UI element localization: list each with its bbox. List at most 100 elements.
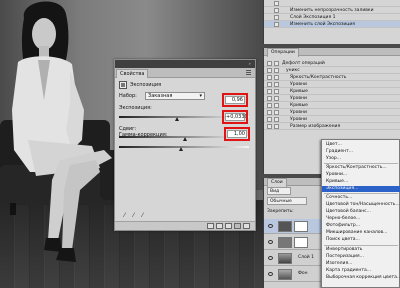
menu-item[interactable]: Постеризация... (322, 254, 400, 260)
clip-to-layer-icon[interactable] (207, 223, 214, 229)
visibility-eye-icon[interactable] (234, 223, 241, 229)
action-step[interactable]: Яркость/Контрастность (264, 74, 400, 81)
dialog-toggle-icon[interactable] (274, 68, 279, 73)
menu-item[interactable]: Уровни... (322, 172, 400, 178)
dialog-toggle-icon[interactable] (274, 103, 279, 108)
action-step[interactable]: Уровни (264, 95, 400, 102)
action-step[interactable]: Уровни (264, 109, 400, 116)
tab-properties[interactable]: Свойства (116, 69, 149, 78)
history-item[interactable] (264, 0, 400, 7)
layer-thumbnail (278, 221, 292, 232)
layer-thumbnail (278, 269, 292, 280)
checkmark-icon[interactable] (267, 110, 272, 115)
adjustment-layer-icon (119, 81, 127, 89)
layer-thumbnail (278, 237, 292, 248)
actions-tabrow: Операции (264, 48, 400, 57)
checkmark-icon[interactable] (267, 96, 272, 101)
checkmark-icon[interactable] (267, 89, 272, 94)
properties-panel: » Свойства Экспозиция Набор: Заказная ▾ … (114, 59, 256, 231)
gamma-slider-track[interactable] (119, 146, 249, 148)
menu-item[interactable]: Микширование каналов... (322, 230, 400, 236)
lock-label: Закрепить: (267, 209, 294, 214)
gray-eyedropper-icon[interactable]: ⁄ (130, 212, 137, 219)
checkmark-icon[interactable] (267, 117, 272, 122)
preset-label: Набор: (119, 93, 137, 99)
properties-bottom-bar (115, 221, 255, 230)
menu-item[interactable]: Инвертировать (322, 247, 400, 253)
blend-mode-select[interactable]: Обычные (267, 197, 307, 205)
adjustment-menu: Цвет... Градиент... Узор... Яркость/Конт… (321, 139, 400, 288)
checkmark-icon[interactable] (267, 103, 272, 108)
dialog-toggle-icon[interactable] (274, 117, 279, 122)
gamma-slider-handle[interactable] (179, 147, 183, 151)
offset-slider-handle[interactable] (183, 137, 187, 141)
layer-mask-thumbnail (294, 237, 308, 248)
dialog-toggle-icon[interactable] (274, 124, 279, 129)
layer-visibility-eye-icon[interactable] (268, 240, 273, 244)
white-eyedropper-icon[interactable]: ⁄ (139, 212, 146, 219)
action-step[interactable]: Уровни (264, 81, 400, 88)
checkmark-icon[interactable] (267, 61, 272, 66)
reset-icon[interactable] (225, 223, 232, 229)
menu-item[interactable]: Черно-белое... (322, 216, 400, 222)
dialog-toggle-icon[interactable] (274, 110, 279, 115)
black-eyedropper-icon[interactable]: ⁄ (121, 212, 128, 219)
face (32, 18, 56, 50)
menu-item[interactable]: Яркость/Контрастность... (322, 165, 400, 171)
history-item[interactable]: Слой Экспозиция 1 (264, 14, 400, 21)
dialog-toggle-icon[interactable] (274, 75, 279, 80)
layer-thumbnail (278, 253, 292, 264)
view-previous-icon[interactable] (216, 223, 223, 229)
menu-item[interactable]: Поиск цвета... (322, 237, 400, 243)
action-step[interactable]: Размер изображения (264, 123, 400, 130)
layer-visibility-eye-icon[interactable] (268, 256, 273, 260)
menu-item[interactable]: Карта градиента... (322, 268, 400, 274)
menu-item[interactable]: Цветовой баланс... (322, 209, 400, 215)
layer-filter-select[interactable]: Вид (267, 187, 291, 195)
menu-item[interactable]: Кривые... (322, 179, 400, 185)
menu-item[interactable]: Фотофильтр... (322, 223, 400, 229)
action-item[interactable]: уникс (264, 67, 400, 74)
layer-visibility-eye-icon[interactable] (268, 272, 273, 276)
collapse-icon[interactable]: » (249, 62, 251, 66)
layer-visibility-eye-icon[interactable] (268, 224, 273, 228)
menu-item[interactable]: Цвет... (322, 142, 400, 148)
menu-separator (324, 163, 398, 164)
tab-actions[interactable]: Операции (267, 48, 299, 57)
checkmark-icon[interactable] (267, 75, 272, 80)
gamma-highlight (224, 127, 250, 141)
menu-item[interactable]: Выборочная коррекция цвета... (322, 275, 400, 281)
action-step[interactable]: Уровни (264, 116, 400, 123)
panel-menu-icon[interactable] (246, 70, 251, 75)
checkmark-icon[interactable] (267, 68, 272, 73)
exposure-highlight (222, 93, 248, 107)
dialog-toggle-icon[interactable] (274, 82, 279, 87)
exposure-slider-handle[interactable] (175, 117, 179, 121)
history-item[interactable]: Изменить непрозрачность заливки (264, 7, 400, 14)
tab-layers[interactable]: Слои (267, 178, 287, 187)
menu-item[interactable]: Сочность... (322, 195, 400, 201)
menu-item[interactable]: Градиент... (322, 149, 400, 155)
menu-item[interactable]: Цветовой тон/Насыщенность... (322, 202, 400, 208)
action-step[interactable]: Кривые (264, 102, 400, 109)
dialog-toggle-icon[interactable] (274, 96, 279, 101)
action-set[interactable]: Дефолт операций (264, 60, 400, 67)
history-panel: Изменить непрозрачность заливки Слой Экс… (263, 0, 400, 44)
shoe (44, 238, 62, 252)
preset-select[interactable]: Заказная ▾ (145, 92, 205, 100)
trash-icon[interactable] (243, 223, 250, 229)
dialog-toggle-icon[interactable] (274, 89, 279, 94)
action-step[interactable]: Кривые (264, 88, 400, 95)
layer-mask-thumbnail (294, 221, 308, 232)
dialog-toggle-icon[interactable] (274, 61, 279, 66)
properties-header: Экспозиция (119, 80, 161, 90)
checkmark-icon[interactable] (267, 124, 272, 129)
checkmark-icon[interactable] (267, 82, 272, 87)
history-item-selected[interactable]: Изменить слой Экспозиция (264, 21, 400, 28)
properties-titlebar[interactable]: » (115, 60, 255, 68)
history-snapshot-icon (274, 15, 279, 20)
history-snapshot-icon (274, 8, 279, 13)
menu-item-exposure[interactable]: Экспозиция... (322, 186, 400, 192)
menu-item[interactable]: Изогелия... (322, 261, 400, 267)
menu-item[interactable]: Узор... (322, 156, 400, 162)
